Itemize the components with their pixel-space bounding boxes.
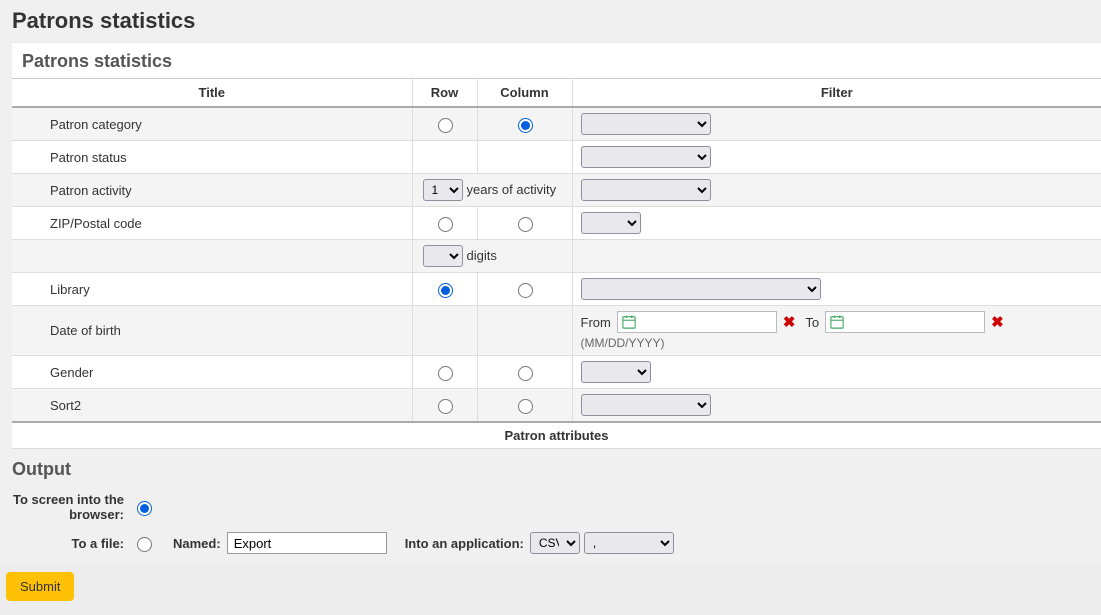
output-file-label: To a file: [12,536,132,551]
filter-select-gender[interactable] [581,361,651,383]
dob-from-input[interactable] [617,311,777,333]
digits-suffix: digits [467,247,497,265]
output-radio-browser[interactable] [137,501,152,516]
label-dob: Date of birth [12,306,412,356]
filter-select-category[interactable] [581,113,711,135]
label-patron-activity: Patron activity [12,174,412,207]
row-patron-activity: Patron activity 1 years of activity [12,174,1101,207]
years-suffix: years of activity [467,181,557,199]
row-patron-status: Patron status [12,141,1101,174]
dob-format-hint: (MM/DD/YYYY) [581,336,1096,350]
row-zip: ZIP/Postal code [12,207,1101,240]
calendar-icon [830,315,844,329]
dob-from-label: From [581,315,611,330]
row-gender: Gender [12,356,1101,389]
label-zip: ZIP/Postal code [12,207,412,240]
row-radio-category[interactable] [438,118,453,133]
output-panel: Output To screen into the browser: To a … [0,459,1101,615]
row-sort2: Sort2 [12,389,1101,423]
stats-panel: Patrons statistics Title Row Column Filt… [12,42,1101,449]
row-radio-sort2[interactable] [438,399,453,414]
dob-to-input[interactable] [825,311,985,333]
dob-from-field[interactable] [636,314,772,330]
dob-to-clear-icon[interactable]: ✖ [991,313,1004,331]
dob-to-label: To [805,315,819,330]
row-radio-gender[interactable] [438,366,453,381]
stats-section-title: Patrons statistics [22,51,1101,72]
output-radio-file[interactable] [137,537,152,552]
output-title: Output [12,459,1101,480]
patron-attributes-heading: Patron attributes [12,422,1101,449]
row-dob: Date of birth From ✖ To [12,306,1101,356]
label-sort2: Sort2 [12,389,412,423]
output-format-select[interactable]: CSV [530,532,580,554]
col-radio-category[interactable] [518,118,533,133]
filter-select-activity[interactable] [581,179,711,201]
header-column: Column [477,79,572,108]
page-title: Patrons statistics [12,8,1101,34]
col-radio-sort2[interactable] [518,399,533,414]
row-library: Library [12,273,1101,306]
filter-select-status[interactable] [581,146,711,168]
output-into-app-label: Into an application: [405,536,524,551]
label-patron-status: Patron status [12,141,412,174]
label-library: Library [12,273,412,306]
output-browser-label: To screen into the browser: [12,492,132,522]
row-radio-library[interactable] [438,283,453,298]
header-title: Title [12,79,412,108]
col-radio-gender[interactable] [518,366,533,381]
label-gender: Gender [12,356,412,389]
stats-table: Title Row Column Filter Patron category … [12,78,1101,449]
filter-select-zip[interactable] [581,212,641,234]
row-zip-digits: digits [12,240,1101,273]
calendar-icon [622,315,636,329]
dob-from-clear-icon[interactable]: ✖ [783,313,796,331]
dob-to-field[interactable] [844,314,980,330]
years-select[interactable]: 1 [423,179,463,201]
row-radio-zip[interactable] [438,217,453,232]
row-patron-attributes-header: Patron attributes [12,422,1101,449]
output-filename-input[interactable] [227,532,387,554]
filter-select-library[interactable] [581,278,821,300]
output-delim-select[interactable]: , [584,532,674,554]
col-radio-library[interactable] [518,283,533,298]
output-named-label: Named: [173,536,221,551]
label-patron-category: Patron category [12,107,412,141]
submit-button[interactable]: Submit [6,572,74,601]
digits-select[interactable] [423,245,463,267]
filter-select-sort2[interactable] [581,394,711,416]
col-radio-zip[interactable] [518,217,533,232]
header-row: Row [412,79,477,108]
row-patron-category: Patron category [12,107,1101,141]
header-filter: Filter [572,79,1101,108]
